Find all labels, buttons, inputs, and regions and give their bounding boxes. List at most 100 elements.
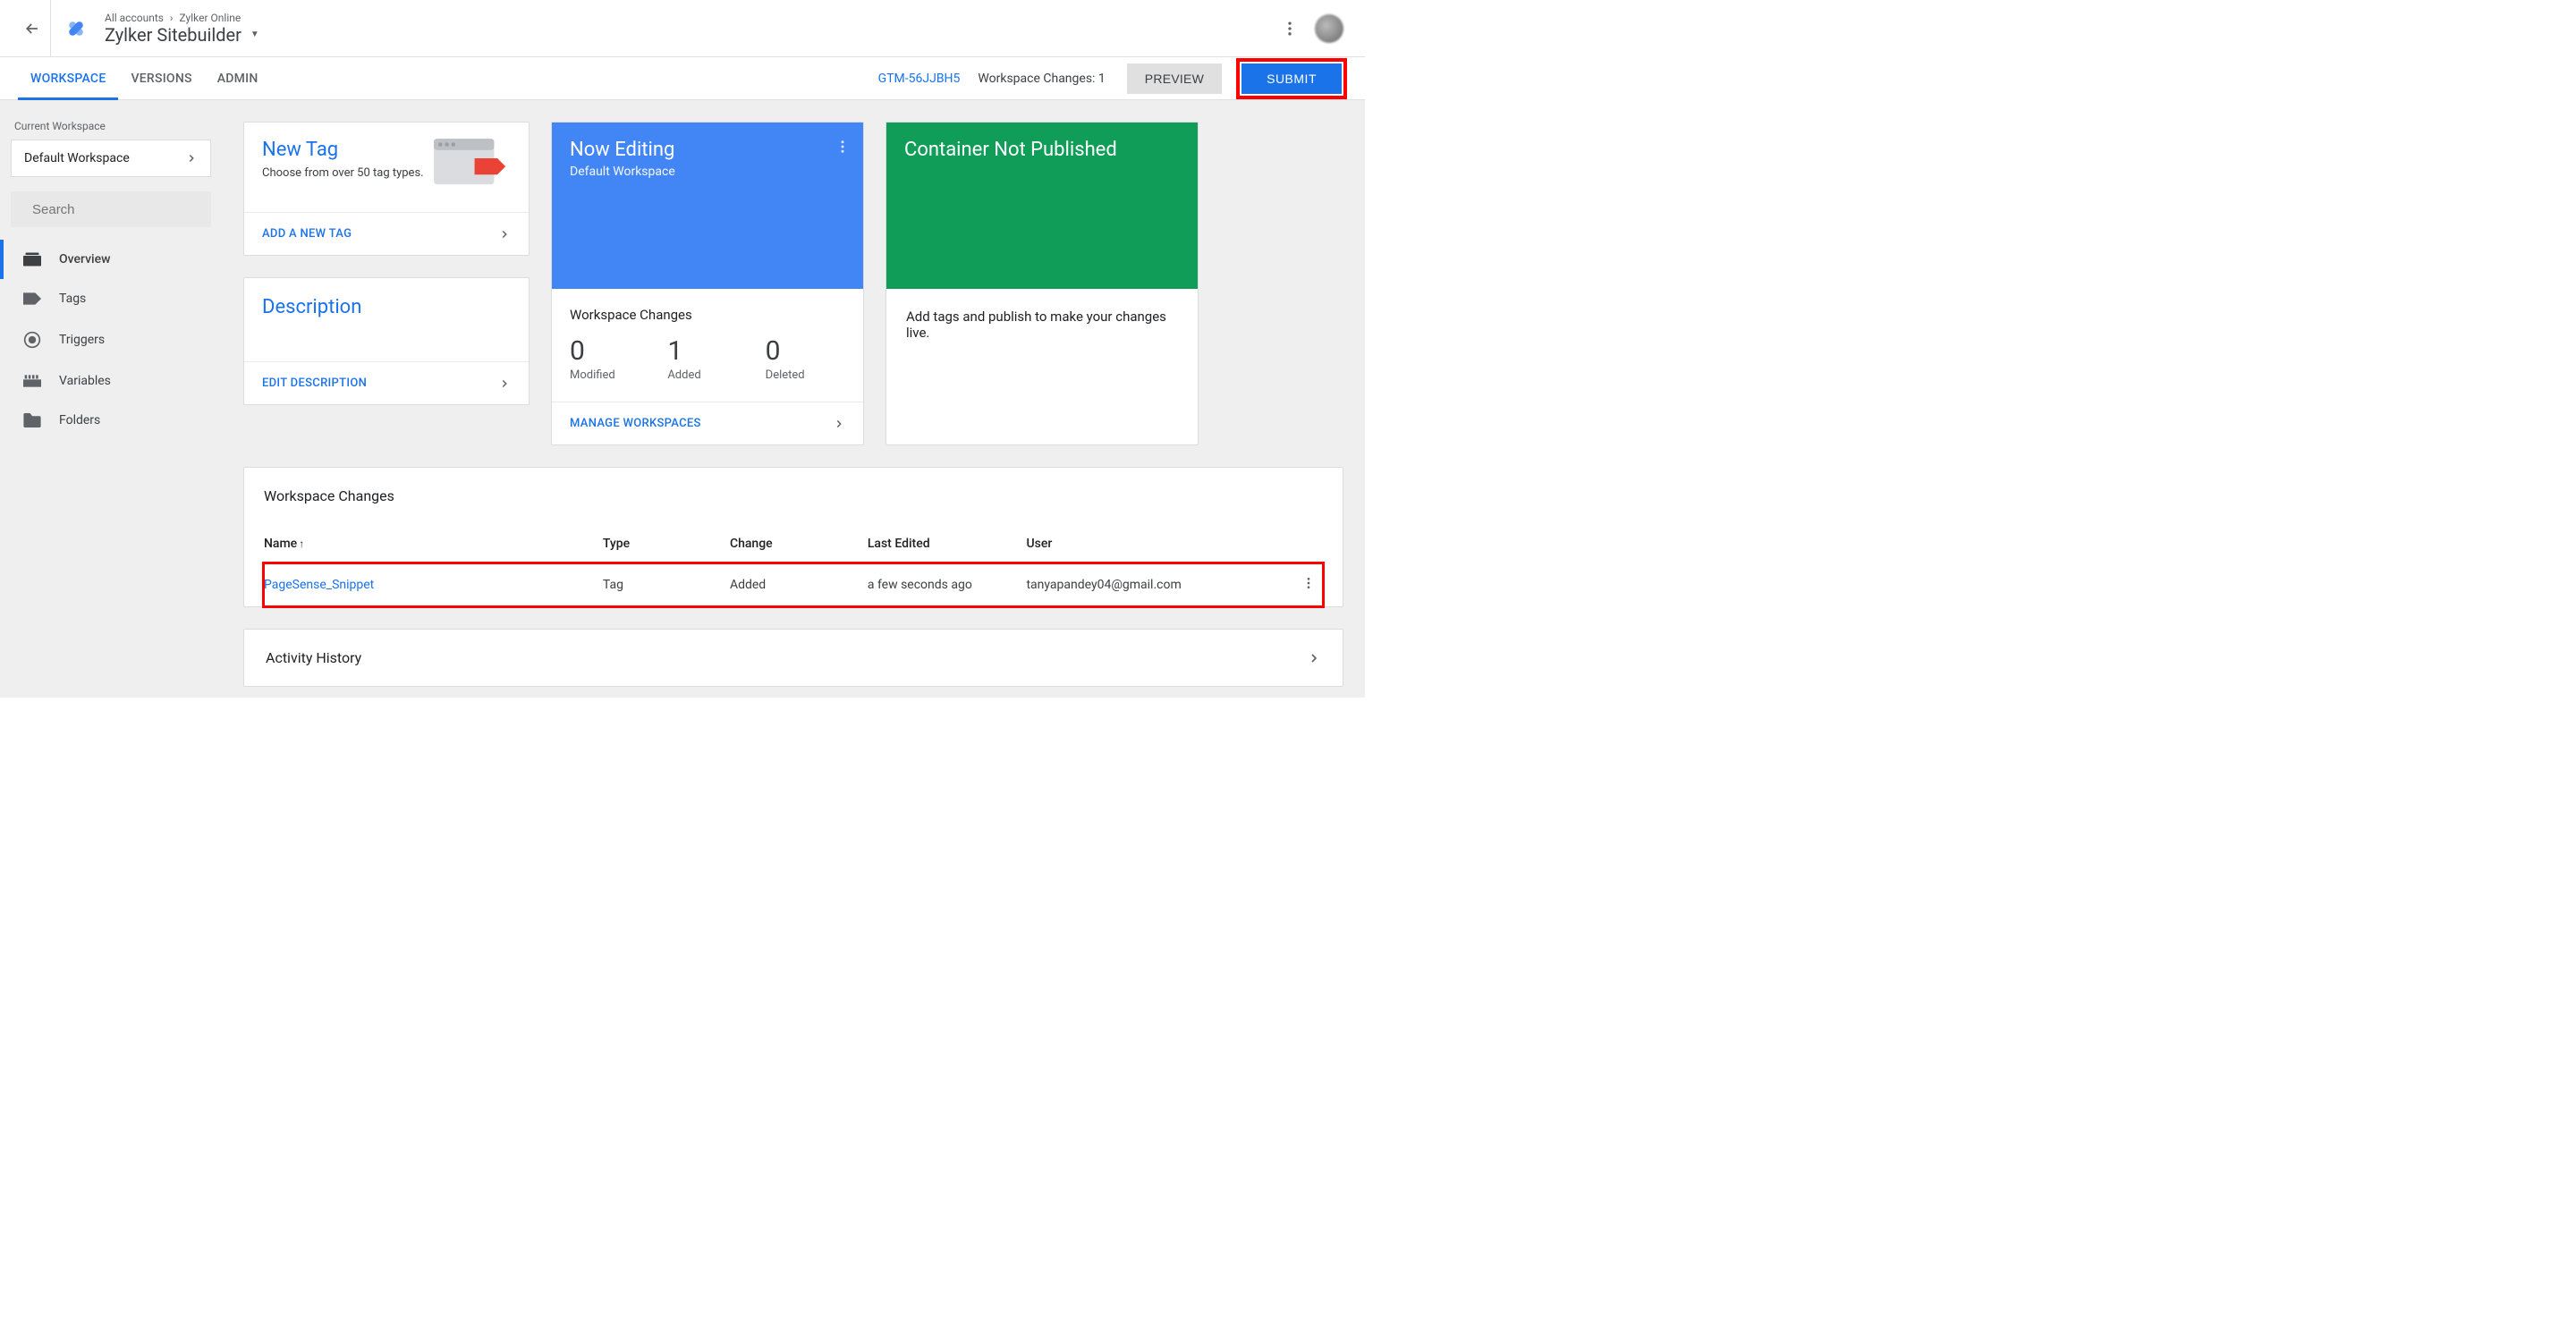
current-workspace-label: Current Workspace [11,116,211,140]
sidebar-item-label: Overview [59,252,110,267]
workspace-changes-count: Workspace Changes: 1 [978,72,1105,86]
arrow-left-icon [23,20,41,38]
caret-down-icon[interactable]: ▼ [250,30,259,39]
row-last-edited: a few seconds ago [868,563,1027,606]
breadcrumb-item[interactable]: Zylker Online [180,12,242,24]
chevron-right-icon [1307,651,1321,665]
workspace-changes-title: Workspace Changes [264,487,1323,504]
container-status-body: Add tags and publish to make your change… [886,289,1198,430]
search-input[interactable] [32,202,210,217]
sidebar-item-label: Triggers [59,333,105,347]
workspace-changes-label: Workspace Changes [570,307,845,323]
gtm-logo-icon [62,14,90,43]
avatar[interactable] [1315,14,1343,43]
tab-versions[interactable]: Versions [118,57,204,100]
row-change: Added [730,563,868,606]
folder-icon [23,413,41,427]
tag-icon [23,292,41,305]
stat-modified: 0 Modified [570,335,649,382]
description-card: Description EDIT DESCRIPTION [243,277,530,405]
row-user: tanyapandey04@gmail.com [1026,563,1280,606]
manage-workspaces-label: MANAGE WORKSPACES [570,417,701,430]
changes-table: Name↑ Type Change Last Edited User PageS… [264,529,1323,606]
chevron-right-icon [498,377,511,390]
activity-history-title: Activity History [266,649,361,666]
activity-history-card[interactable]: Activity History [243,629,1343,687]
chevron-right-icon: › [170,12,174,24]
stat-value: 0 [766,335,845,367]
chevron-right-icon [185,152,198,165]
content: New Tag Choose from over 50 tag types. A… [222,100,1365,698]
sidebar-item-label: Tags [59,292,86,306]
page-title: Zylker Sitebuilder [105,24,242,46]
stat-value: 1 [667,335,747,367]
sidebar-item-label: Variables [59,374,111,388]
col-change[interactable]: Change [730,529,868,563]
overview-icon [23,252,41,267]
add-new-tag-label: ADD A NEW TAG [262,227,352,241]
breadcrumb[interactable]: All accounts › Zylker Online [105,12,1281,24]
add-new-tag-link[interactable]: ADD A NEW TAG [244,212,529,255]
breadcrumb-item[interactable]: All accounts [105,12,164,24]
col-user[interactable]: User [1026,529,1280,563]
submit-button[interactable]: SUBMIT [1241,63,1342,94]
edit-description-label: EDIT DESCRIPTION [262,377,367,390]
sidebar: Current Workspace Default Workspace Over… [0,100,222,698]
more-vert-icon [835,139,851,155]
top-bar: All accounts › Zylker Online Zylker Site… [0,0,1365,57]
app-logo [55,14,97,43]
sidebar-item-triggers[interactable]: Triggers [0,318,211,361]
col-name[interactable]: Name↑ [264,529,603,563]
now-editing-subtitle: Default Workspace [570,165,845,179]
more-menu[interactable] [1281,20,1299,38]
workspace-selector-value: Default Workspace [24,151,130,165]
workspace-changes-card: Workspace Changes Name↑ Type Change Last… [243,467,1343,607]
now-editing-card: Now Editing Default Workspace Workspace … [551,122,864,445]
edit-description-link[interactable]: EDIT DESCRIPTION [244,361,529,404]
stat-label: Deleted [766,368,845,382]
page-body: Current Workspace Default Workspace Over… [0,100,1365,698]
stat-label: Modified [570,368,649,382]
new-tag-graphic [430,139,511,196]
col-last-edited[interactable]: Last Edited [868,529,1027,563]
workspace-selector[interactable]: Default Workspace [11,140,211,177]
container-status-card: Container Not Published Add tags and pub… [886,122,1199,445]
divider [50,0,51,57]
row-type: Tag [603,563,730,606]
chevron-right-icon [498,228,511,241]
row-more-menu[interactable] [1301,576,1316,590]
stat-value: 0 [570,335,649,367]
manage-workspaces-link[interactable]: MANAGE WORKSPACES [552,402,863,444]
tab-admin[interactable]: Admin [205,57,271,100]
sidebar-item-folders[interactable]: Folders [0,401,211,440]
submit-highlight: SUBMIT [1236,58,1347,99]
tab-bar: Workspace Versions Admin GTM-56JJBH5 Wor… [0,57,1365,100]
stat-label: Added [667,368,747,382]
stat-added: 1 Added [667,335,747,382]
variables-icon [23,375,41,387]
now-editing-more[interactable] [835,139,851,155]
sidebar-nav: Overview Tags Triggers Variables Folders [0,240,211,440]
col-type[interactable]: Type [603,529,730,563]
preview-button[interactable]: PREVIEW [1127,63,1222,94]
search-box[interactable] [11,191,211,227]
tab-workspace[interactable]: Workspace [18,57,118,100]
container-id-link[interactable]: GTM-56JJBH5 [878,72,961,86]
sidebar-item-tags[interactable]: Tags [0,279,211,318]
row-name-link[interactable]: PageSense_Snippet [264,578,374,592]
sort-asc-icon: ↑ [299,537,304,550]
back-button[interactable] [14,20,50,38]
stat-deleted: 0 Deleted [766,335,845,382]
sidebar-item-variables[interactable]: Variables [0,361,211,401]
chevron-right-icon [833,418,845,430]
new-tag-subtitle: Choose from over 50 tag types. [262,166,430,180]
new-tag-card: New Tag Choose from over 50 tag types. A… [243,122,530,256]
sidebar-item-label: Folders [59,413,100,427]
trigger-icon [23,331,41,349]
container-status-title: Container Not Published [904,139,1180,161]
sidebar-item-overview[interactable]: Overview [0,240,211,279]
table-row[interactable]: PageSense_Snippet Tag Added a few second… [264,563,1323,606]
more-vert-icon [1301,576,1316,590]
title-block: All accounts › Zylker Online Zylker Site… [105,12,1281,46]
browser-tag-icon [434,139,507,196]
